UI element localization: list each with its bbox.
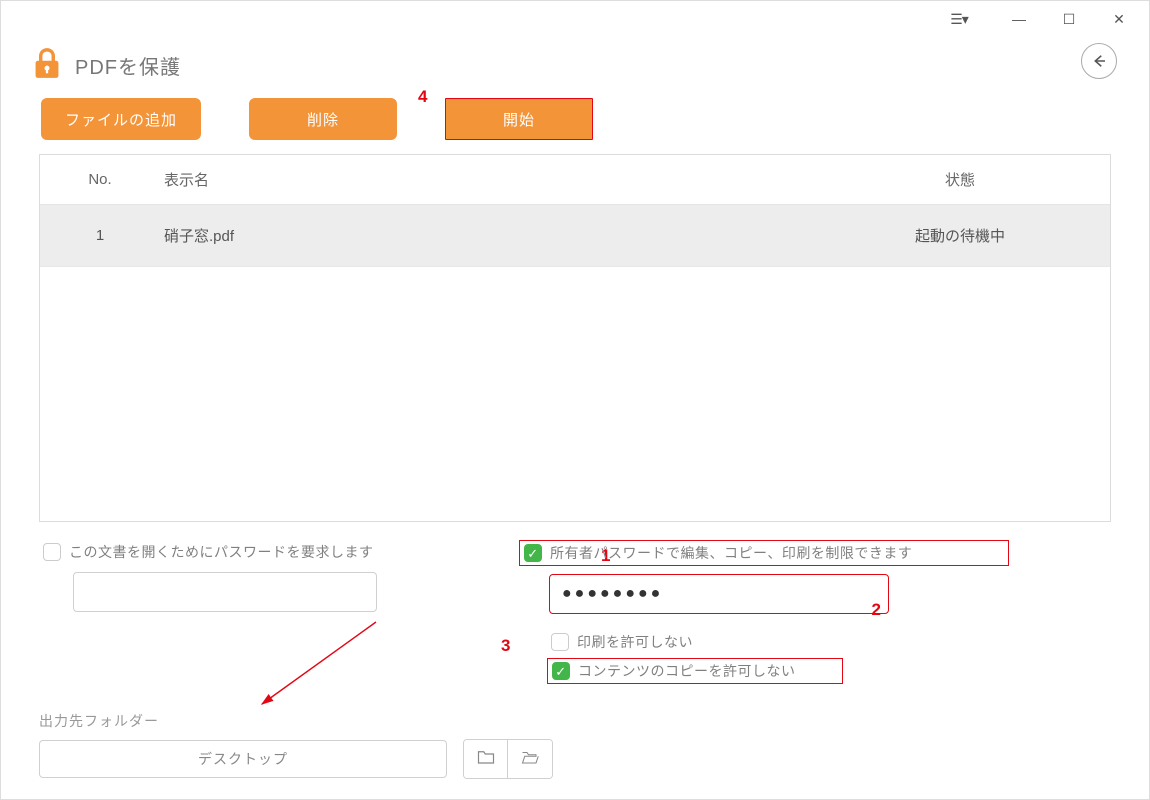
minimize-button[interactable]: — [997, 4, 1041, 34]
browse-folder-button[interactable] [464, 740, 508, 778]
disallow-print-row: 印刷を許可しない [547, 630, 1111, 654]
open-password-input[interactable] [73, 572, 377, 612]
col-name-header: 表示名 [160, 169, 810, 190]
disallow-copy-label: コンテンツのコピーを許可しない [578, 661, 796, 681]
row-status: 起動の待機中 [810, 225, 1110, 246]
start-button[interactable]: 開始 [445, 98, 593, 140]
delete-button[interactable]: 削除 [249, 98, 397, 140]
disallow-copy-checkbox[interactable] [552, 662, 570, 680]
open-password-checkbox-row: この文書を開くためにパスワードを要求します [39, 540, 459, 564]
output-folder-group: 出力先フォルダー [39, 711, 553, 779]
back-button[interactable] [1081, 43, 1117, 79]
col-no-header: No. [40, 171, 160, 188]
add-file-button[interactable]: ファイルの追加 [41, 98, 201, 140]
toolbar: ファイルの追加 削除 開始 [1, 92, 1149, 154]
page-title: PDFを保護 [75, 51, 181, 80]
output-folder-input[interactable] [39, 740, 447, 778]
maximize-button[interactable]: ☐ [1047, 4, 1091, 34]
row-no: 1 [40, 227, 160, 244]
output-folder-label: 出力先フォルダー [39, 711, 553, 731]
options-panel: この文書を開くためにパスワードを要求します 所有者パスワードで編集、コピー、印刷… [1, 522, 1149, 684]
menu-icon[interactable]: ☰▾ [937, 4, 981, 34]
folder-icon [477, 749, 495, 770]
lock-icon [33, 47, 61, 84]
annotation-3: 3 [501, 636, 510, 656]
owner-password-label: 所有者パスワードで編集、コピー、印刷を制限できます [550, 543, 912, 563]
output-controls [39, 739, 553, 779]
annotation-2: 2 [872, 600, 881, 620]
row-name: 硝子窓.pdf [160, 225, 810, 246]
disallow-print-checkbox[interactable] [551, 633, 569, 651]
app-window: ☰▾ — ☐ ✕ PDFを保護 4 ファイルの追加 削除 開始 No. 表示名 … [0, 0, 1150, 800]
open-folder-button[interactable] [508, 740, 552, 778]
output-folder-buttons [463, 739, 553, 779]
table-header: No. 表示名 状態 [40, 155, 1110, 205]
close-button[interactable]: ✕ [1097, 4, 1141, 34]
page-header: PDFを保護 [1, 37, 1149, 92]
table-row[interactable]: 1 硝子窓.pdf 起動の待機中 [40, 205, 1110, 267]
annotation-4: 4 [418, 87, 427, 107]
disallow-copy-row: コンテンツのコピーを許可しない [547, 658, 843, 684]
open-password-checkbox[interactable] [43, 543, 61, 561]
col-status-header: 状態 [810, 169, 1110, 190]
owner-password-checkbox-row: 所有者パスワードで編集、コピー、印刷を制限できます [519, 540, 1009, 566]
folder-open-icon [521, 749, 539, 770]
file-table: No. 表示名 状態 1 硝子窓.pdf 起動の待機中 [39, 154, 1111, 522]
open-password-group: この文書を開くためにパスワードを要求します [39, 540, 459, 684]
open-password-label: この文書を開くためにパスワードを要求します [69, 542, 374, 562]
titlebar: ☰▾ — ☐ ✕ [1, 1, 1149, 37]
disallow-print-label: 印刷を許可しない [577, 632, 693, 652]
owner-password-group: 所有者パスワードで編集、コピー、印刷を制限できます 2 3 印刷を許可しない コ… [519, 540, 1111, 684]
owner-password-input[interactable] [549, 574, 889, 614]
owner-password-checkbox[interactable] [524, 544, 542, 562]
